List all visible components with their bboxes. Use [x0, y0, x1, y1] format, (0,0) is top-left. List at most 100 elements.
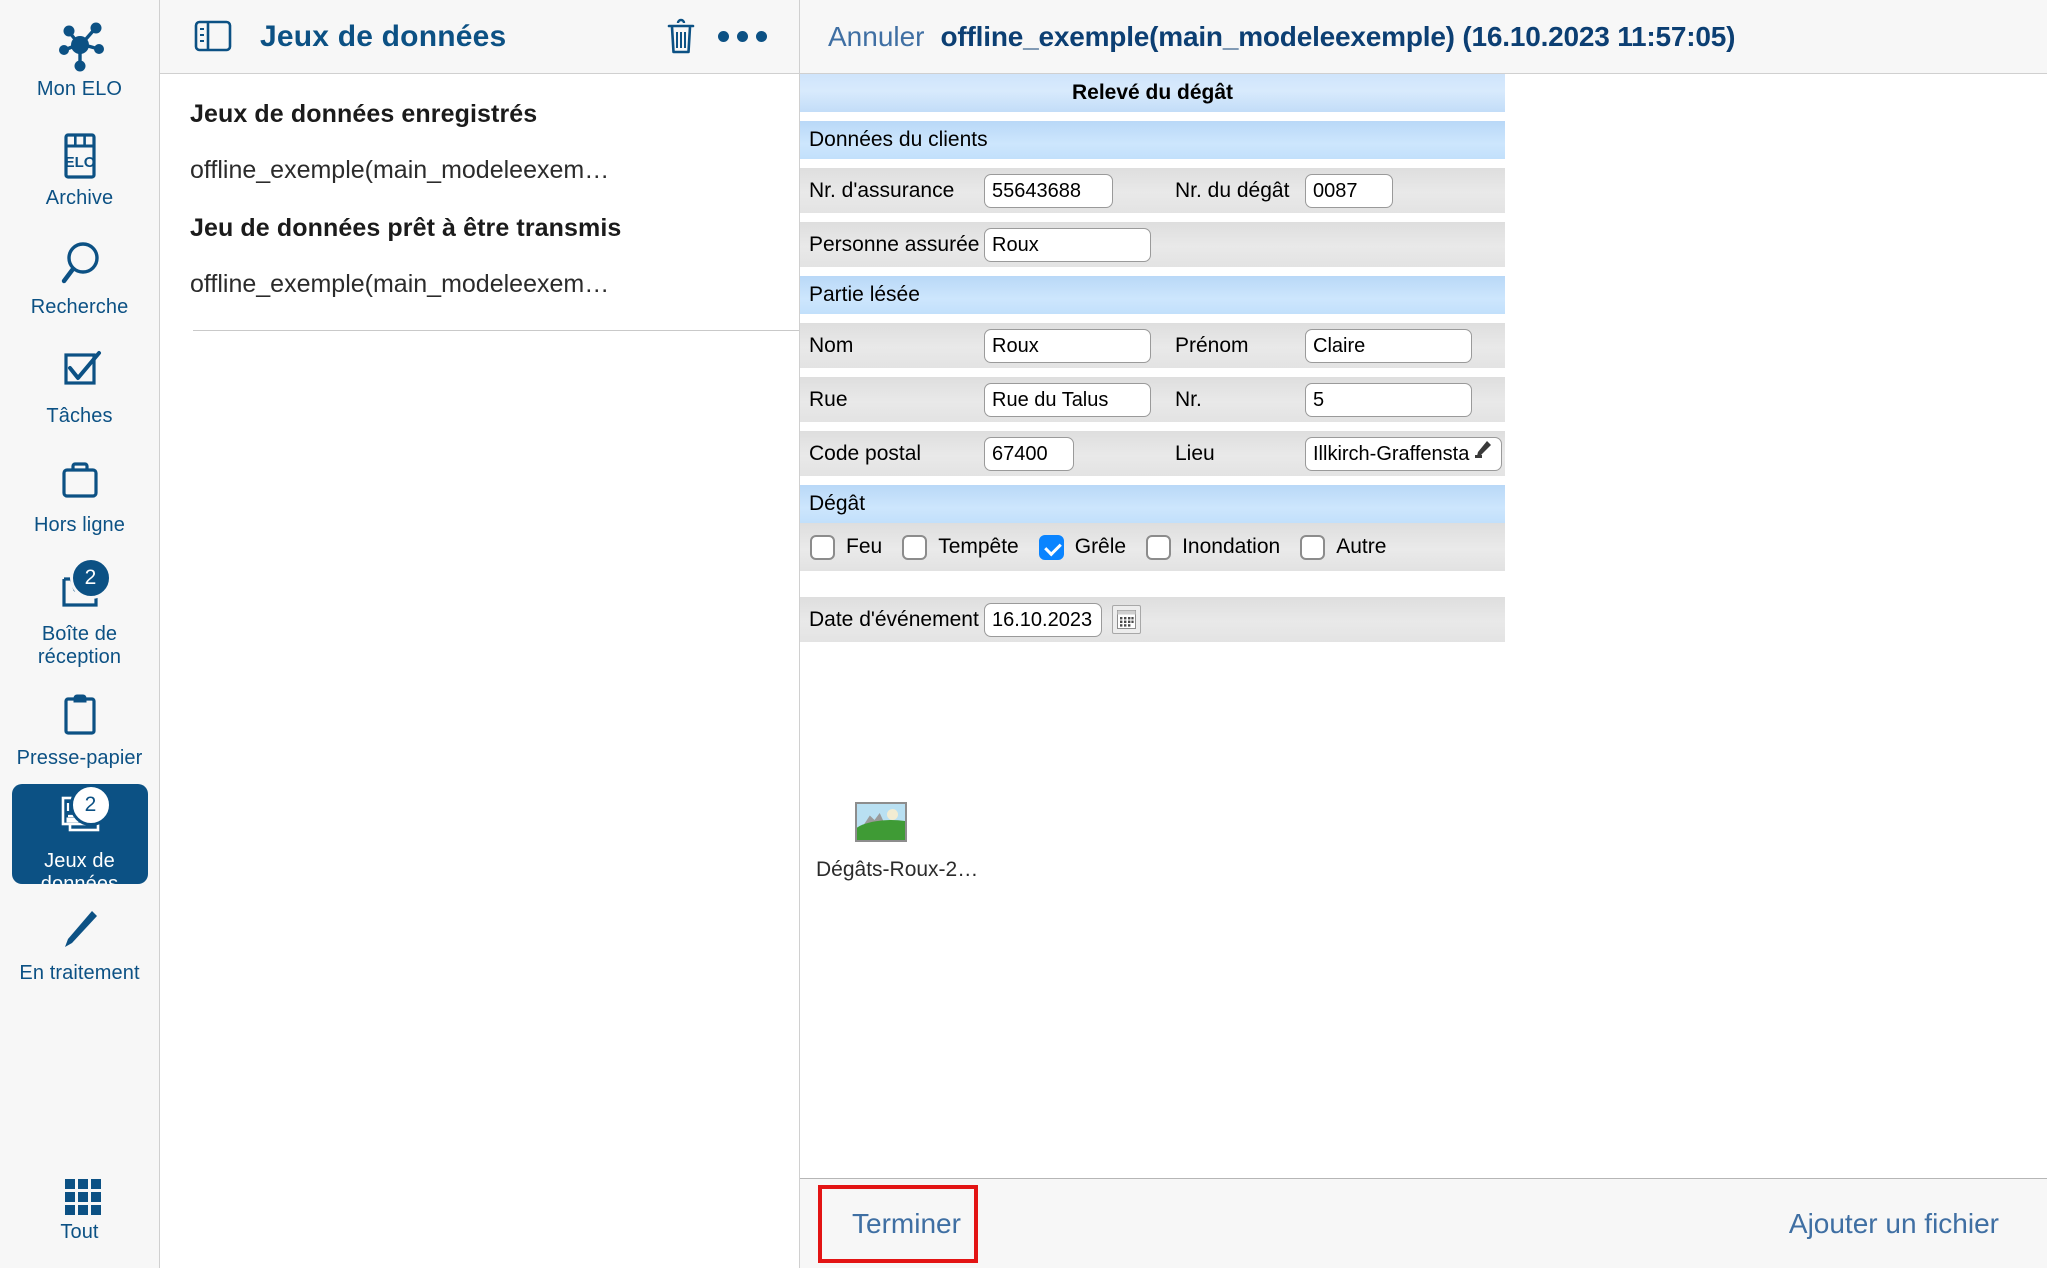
- checkbox-autre[interactable]: Autre: [1300, 534, 1387, 560]
- elo-archive-icon: ELO: [44, 127, 116, 185]
- calendar-icon[interactable]: [1112, 605, 1141, 634]
- sidebar-badge-count: 2: [69, 784, 112, 826]
- sidebar-item-label: Hors ligne: [33, 514, 126, 536]
- attachment-filename: Dégâts-Roux-2…: [816, 858, 979, 881]
- list-divider: [193, 330, 799, 331]
- sidebar-item-recherche[interactable]: Recherche: [12, 230, 148, 325]
- field-input-street-number[interactable]: 5: [1305, 382, 1472, 417]
- field-label-street-number: Nr.: [1175, 387, 1202, 411]
- field-label-postal-code: Code postal: [809, 441, 922, 465]
- checkbox-box-icon: [1146, 534, 1172, 560]
- sidebar-item-tout[interactable]: Tout: [12, 1165, 148, 1250]
- list-section-header: Jeux de données enregistrés: [190, 100, 538, 128]
- grid-apps-icon: [44, 1171, 116, 1219]
- field-input-firstname[interactable]: Claire: [1305, 328, 1472, 363]
- sidebar-item-label: Archive: [45, 187, 114, 209]
- sidebar-item-archive[interactable]: ELO Archive: [12, 121, 148, 216]
- field-label-event-date: Date d'événement: [809, 607, 979, 631]
- field-input-postal-code[interactable]: 67400: [984, 436, 1074, 471]
- field-label-insured-person: Personne assurée: [809, 232, 980, 256]
- field-input-insured-person[interactable]: Roux: [984, 227, 1151, 262]
- clipboard-icon: [44, 687, 116, 745]
- sidebar-item-boite-de-reception[interactable]: 2 Boîte de réception: [12, 557, 148, 675]
- split-panel-icon[interactable]: [190, 14, 236, 60]
- add-file-button[interactable]: Ajouter un fichier: [1789, 1208, 1999, 1240]
- form-row-insured-person: Personne assurée Roux: [800, 222, 1505, 267]
- checkbox-label: Inondation: [1182, 535, 1281, 558]
- checkbox-label: Autre: [1336, 535, 1387, 558]
- thumbnail-sun: [887, 809, 898, 820]
- field-label-city: Lieu: [1175, 441, 1215, 465]
- field-input-damage-number[interactable]: 0087: [1305, 173, 1393, 208]
- damage-report-form: Relevé du dégât Données du clients Nr. d…: [800, 74, 1505, 642]
- field-label-damage-number: Nr. du dégât: [1175, 178, 1290, 202]
- sidebar-item-label: Presse-papier: [16, 747, 143, 769]
- list-item[interactable]: offline_exemple(main_modeleexem…: [160, 243, 799, 299]
- field-label-insurance-number: Nr. d'assurance: [809, 178, 955, 202]
- network-nodes-icon: [44, 18, 116, 76]
- dataset-form-icon: 2: [44, 784, 116, 848]
- trash-icon[interactable]: [658, 14, 704, 60]
- dataset-detail-panel: Annuler offline_exemple(main_modeleexemp…: [800, 0, 2047, 1268]
- app-window: Mon ELO ELO Archive Recherche Tâches Hor…: [0, 0, 2047, 1268]
- checkbox-label: Feu: [846, 535, 883, 558]
- checkbox-label: Grêle: [1074, 535, 1127, 558]
- checkbox-task-icon: [44, 345, 116, 403]
- sidebar-item-label: Recherche: [30, 296, 129, 318]
- sidebar-item-presse-papier[interactable]: Presse-papier: [12, 681, 148, 776]
- sidebar-item-mon-elo[interactable]: Mon ELO: [12, 12, 148, 107]
- field-input-city[interactable]: Illkirch-Graffenstader: [1305, 436, 1502, 471]
- checkbox-grele[interactable]: Grêle: [1038, 534, 1127, 560]
- form-row-name: Nom Roux Prénom Claire: [800, 323, 1505, 368]
- image-thumbnail-icon[interactable]: [855, 802, 907, 842]
- sidebar-item-jeux-de-donnees[interactable]: 2 Jeux de données: [11, 784, 148, 884]
- dataset-list-panel: Jeux de données Jeux de données enregist…: [160, 0, 800, 1268]
- form-section-header-damage: Dégât: [800, 485, 1505, 523]
- pencil-icon: [44, 902, 116, 960]
- sidebar-item-label: En traitement: [19, 962, 140, 984]
- field-value-city: Illkirch-Graffenstader: [1313, 442, 1470, 465]
- search-icon: [44, 236, 116, 294]
- field-label-lastname: Nom: [809, 333, 854, 357]
- list-section-header: Jeu de données prêt à être transmis: [190, 214, 622, 242]
- form-row-event-date: Date d'événement 16.10.2023: [800, 597, 1505, 642]
- sidebar-item-en-traitement[interactable]: En traitement: [12, 896, 148, 991]
- sidebar-badge-count: 2: [69, 557, 112, 599]
- form-row-street: Rue Rue du Talus Nr. 5: [800, 377, 1505, 422]
- field-input-event-date[interactable]: 16.10.2023: [984, 602, 1102, 637]
- checkbox-label: Tempête: [938, 535, 1019, 558]
- sidebar-item-label: Mon ELO: [36, 78, 123, 100]
- sidebar-item-label: Tâches: [46, 405, 113, 427]
- form-section-header-client-data: Données du clients: [800, 121, 1505, 159]
- checkbox-feu[interactable]: Feu: [810, 534, 883, 560]
- form-title: Relevé du dégât: [800, 74, 1505, 112]
- sidebar-item-taches[interactable]: Tâches: [12, 339, 148, 434]
- thumbnail-hill: [857, 820, 905, 840]
- detail-footer: Terminer Ajouter un fichier: [800, 1178, 2047, 1268]
- checkbox-box-icon: [902, 534, 928, 560]
- svg-text:ELO: ELO: [64, 154, 95, 171]
- document-title: offline_exemple(main_modeleexemple) (16.…: [940, 20, 1736, 52]
- form-row-insurance: Nr. d'assurance 55643688 Nr. du dégât 00…: [800, 168, 1505, 213]
- detail-header: Annuler offline_exemple(main_modeleexemp…: [800, 0, 2047, 74]
- more-options-icon[interactable]: [704, 31, 781, 42]
- sidebar-item-label: Jeux de données: [40, 850, 119, 884]
- field-label-firstname: Prénom: [1175, 333, 1249, 357]
- sidebar-item-hors-ligne[interactable]: Hors ligne: [12, 448, 148, 543]
- cancel-button[interactable]: Annuler: [828, 21, 925, 53]
- sidebar-nav: Mon ELO ELO Archive Recherche Tâches Hor…: [0, 0, 160, 1268]
- list-item[interactable]: offline_exemple(main_modeleexem…: [160, 129, 799, 185]
- sidebar-item-label: Tout: [60, 1221, 99, 1243]
- field-input-street[interactable]: Rue du Talus: [984, 382, 1151, 417]
- finish-button[interactable]: Terminer: [818, 1184, 978, 1263]
- briefcase-icon: [44, 454, 116, 512]
- checkbox-box-icon: [1300, 534, 1326, 560]
- checkbox-inondation[interactable]: Inondation: [1146, 534, 1281, 560]
- pencil-edit-icon[interactable]: [1472, 438, 1494, 470]
- field-input-insurance-number[interactable]: 55643688: [984, 173, 1113, 208]
- checkbox-tempete[interactable]: Tempête: [902, 534, 1019, 560]
- checkbox-box-icon: [810, 534, 835, 560]
- damage-type-checkbox-row: Feu Tempête Grêle Inondation Autre: [800, 523, 1505, 571]
- field-input-lastname[interactable]: Roux: [984, 328, 1151, 363]
- inbox-tray-icon: 2: [44, 557, 116, 621]
